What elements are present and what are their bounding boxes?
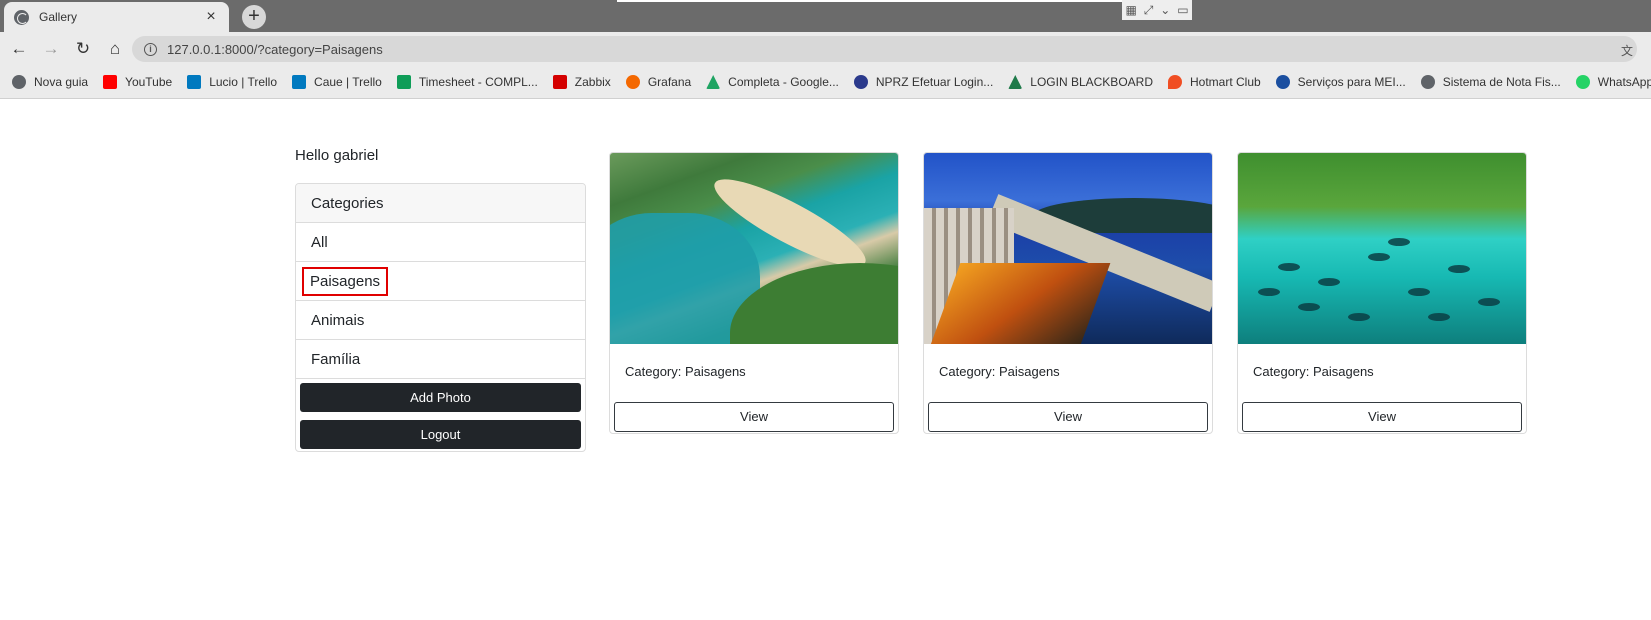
- bookmark-item[interactable]: Nova guia: [12, 75, 88, 89]
- bookmark-item[interactable]: LOGIN BLACKBOARD: [1008, 75, 1153, 89]
- greeting: Hello gabriel: [295, 147, 379, 164]
- trello-icon: [187, 75, 202, 89]
- url-text[interactable]: 127.0.0.1:8000/?category=Paisagens: [167, 42, 383, 57]
- bookmark-item[interactable]: Grafana: [625, 75, 691, 89]
- whatsapp-icon: [1575, 75, 1590, 89]
- globe-icon: [14, 9, 29, 25]
- bookmark-item[interactable]: Sistema de Nota Fis...: [1420, 75, 1561, 89]
- reload-icon[interactable]: ↻: [70, 39, 96, 59]
- google-drive-icon: [706, 75, 721, 89]
- back-icon[interactable]: ←: [6, 39, 32, 59]
- photo-image[interactable]: [610, 153, 898, 344]
- zabbix-icon: [552, 75, 567, 89]
- address-bar[interactable]: i 127.0.0.1:8000/?category=Paisagens 文: [132, 36, 1637, 62]
- forward-icon[interactable]: →: [38, 39, 64, 59]
- chevron-down-icon[interactable]: ⌄: [1160, 3, 1170, 17]
- bookmark-item[interactable]: Hotmart Club: [1167, 75, 1261, 89]
- categories-panel: Categories All Paisagens Animais Família…: [295, 183, 586, 452]
- gov-icon: [1275, 75, 1290, 89]
- categories-header: Categories: [296, 184, 585, 223]
- trello-icon: [292, 75, 307, 89]
- photo-category: Category: Paisagens: [625, 364, 746, 379]
- category-paisagens[interactable]: Paisagens: [296, 262, 585, 301]
- bookmark-item[interactable]: Lucio | Trello: [187, 75, 277, 89]
- photo-category: Category: Paisagens: [939, 364, 1060, 379]
- tab-close-icon[interactable]: ×: [203, 9, 219, 25]
- nprz-icon: [853, 75, 868, 89]
- grafana-icon: [625, 75, 640, 89]
- browser-toolbar: ← → ↻ ⌂ i 127.0.0.1:8000/?category=Paisa…: [0, 32, 1651, 66]
- bookmark-item[interactable]: Completa - Google...: [706, 75, 839, 89]
- sheets-icon: [396, 75, 411, 89]
- new-tab-button[interactable]: +: [242, 5, 266, 29]
- logout-button[interactable]: Logout: [300, 420, 581, 449]
- photo-card: Category: Paisagens View: [1237, 152, 1527, 434]
- bookmark-item[interactable]: NPRZ Efetuar Login...: [853, 75, 993, 89]
- bookmark-item[interactable]: Serviços para MEI...: [1275, 75, 1406, 89]
- bookmark-item[interactable]: Zabbix: [552, 75, 611, 89]
- view-button[interactable]: View: [1242, 402, 1522, 432]
- remote-toolbar: ▦ ⤢ ⌄ ▭: [1122, 0, 1192, 20]
- bookmark-item[interactable]: Caue | Trello: [292, 75, 382, 89]
- globe-icon: [1420, 75, 1435, 89]
- window-edge: [617, 0, 1177, 2]
- blackboard-icon: [1008, 75, 1023, 89]
- add-photo-button[interactable]: Add Photo: [300, 383, 581, 412]
- grid-icon[interactable]: ▦: [1125, 3, 1136, 17]
- photo-card: Category: Paisagens View: [923, 152, 1213, 434]
- page-content: Hello gabriel Categories All Paisagens A…: [0, 100, 1651, 620]
- info-icon[interactable]: i: [144, 42, 157, 56]
- monitor-icon[interactable]: ▭: [1177, 3, 1188, 17]
- photo-category: Category: Paisagens: [1253, 364, 1374, 379]
- photo-image[interactable]: [1238, 153, 1526, 344]
- category-animais[interactable]: Animais: [296, 301, 585, 340]
- globe-icon: [12, 75, 26, 89]
- photo-image[interactable]: [924, 153, 1212, 344]
- category-label: All: [311, 234, 328, 251]
- view-button[interactable]: View: [928, 402, 1208, 432]
- tab-title: Gallery: [39, 10, 78, 24]
- translate-icon[interactable]: 文: [1621, 42, 1633, 59]
- bookmark-item[interactable]: YouTube: [103, 75, 172, 89]
- fullscreen-icon[interactable]: ⤢: [1144, 3, 1154, 18]
- youtube-icon: [103, 75, 118, 89]
- bookmark-item[interactable]: WhatsApp: [1575, 75, 1651, 89]
- category-label: Animais: [311, 312, 365, 329]
- hotmart-icon: [1167, 75, 1182, 89]
- view-button[interactable]: View: [614, 402, 894, 432]
- photo-card: Category: Paisagens View: [609, 152, 899, 434]
- home-icon[interactable]: ⌂: [102, 39, 128, 59]
- category-label: Paisagens: [301, 267, 389, 296]
- bookmarks-bar: Nova guia YouTube Lucio | Trello Caue | …: [0, 66, 1651, 99]
- category-familia[interactable]: Família: [296, 340, 585, 379]
- browser-tab[interactable]: Gallery ×: [4, 2, 229, 32]
- category-label: Família: [311, 351, 361, 368]
- category-all[interactable]: All: [296, 223, 585, 262]
- browser-tab-strip: Gallery × + ▦ ⤢ ⌄ ▭: [0, 0, 1651, 32]
- bookmark-item[interactable]: Timesheet - COMPL...: [396, 75, 538, 89]
